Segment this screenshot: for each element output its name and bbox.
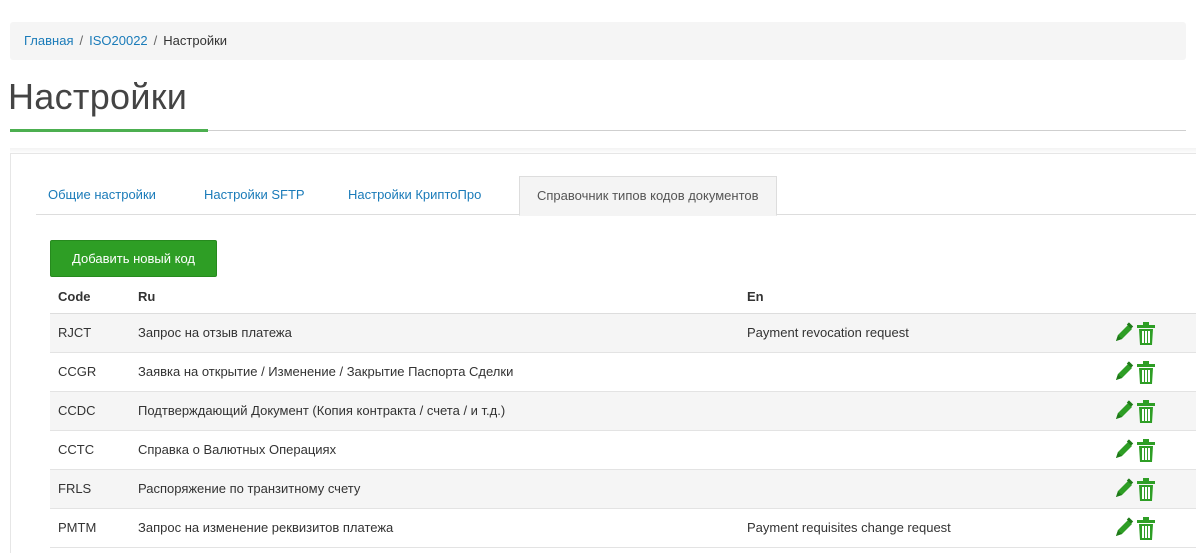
trash-icon[interactable] — [1136, 439, 1156, 466]
trash-icon[interactable] — [1136, 478, 1156, 505]
row-ru: Заявка на открытие / Изменение / Закрыти… — [138, 364, 514, 379]
row-code: CCTC — [58, 442, 95, 457]
row-code: CCDC — [58, 403, 96, 418]
title-accent-underline — [10, 129, 208, 132]
table-row: FRLS Распоряжение по транзитному счету — [50, 470, 1196, 509]
document-codes-table: Code Ru En RJCT Запрос на отзыв платежа … — [50, 280, 1196, 548]
trash-icon[interactable] — [1136, 517, 1156, 544]
table-body: RJCT Запрос на отзыв платежа Payment rev… — [50, 314, 1196, 548]
table-row: CCTC Справка о Валютных Операциях — [50, 431, 1196, 470]
breadcrumb-current: Настройки — [163, 33, 228, 48]
tab-document-code-types[interactable]: Справочник типов кодов документов — [519, 176, 777, 216]
settings-tabs: Общие настройки Настройки SFTP Настройки… — [36, 176, 1196, 216]
row-actions — [1113, 439, 1173, 463]
breadcrumb: Главная / ISO20022 / Настройки — [10, 22, 1186, 60]
row-en: Payment revocation request — [747, 325, 909, 340]
breadcrumb-separator: / — [153, 33, 158, 48]
breadcrumb-iso20022-link[interactable]: ISO20022 — [89, 33, 148, 48]
table-header: Code Ru En — [50, 280, 1196, 314]
table-row: CCGR Заявка на открытие / Изменение / За… — [50, 353, 1196, 392]
row-code: FRLS — [58, 481, 92, 496]
row-ru: Справка о Валютных Операциях — [138, 442, 337, 457]
row-actions — [1113, 478, 1173, 502]
pencil-icon[interactable] — [1113, 322, 1135, 347]
trash-icon[interactable] — [1136, 322, 1156, 349]
row-en: Payment requisites change request — [747, 520, 951, 535]
row-actions — [1113, 400, 1173, 424]
table-row: CCDC Подтверждающий Документ (Копия конт… — [50, 392, 1196, 431]
pencil-icon[interactable] — [1113, 478, 1135, 503]
row-actions — [1113, 517, 1173, 541]
row-code: PMTM — [58, 520, 97, 535]
row-ru: Распоряжение по транзитному счету — [138, 481, 361, 496]
breadcrumb-home-link[interactable]: Главная — [24, 33, 73, 48]
column-header-en: En — [747, 289, 764, 304]
trash-icon[interactable] — [1136, 361, 1156, 388]
column-header-code: Code — [58, 289, 91, 304]
row-ru: Запрос на отзыв платежа — [138, 325, 292, 340]
row-ru: Подтверждающий Документ (Копия контракта… — [138, 403, 506, 418]
tab-cryptopro-settings[interactable]: Настройки КриптоПро — [336, 176, 493, 215]
page-title: Настройки — [8, 76, 188, 117]
pencil-icon[interactable] — [1113, 400, 1135, 425]
row-code: RJCT — [58, 325, 92, 340]
breadcrumb-separator: / — [79, 33, 84, 48]
table-row: RJCT Запрос на отзыв платежа Payment rev… — [50, 314, 1196, 353]
table-row: PMTM Запрос на изменение реквизитов плат… — [50, 509, 1196, 548]
row-actions — [1113, 361, 1173, 385]
row-code: CCGR — [58, 364, 97, 379]
pencil-icon[interactable] — [1113, 517, 1135, 542]
pencil-icon[interactable] — [1113, 361, 1135, 386]
column-header-ru: Ru — [138, 289, 156, 304]
tab-sftp-settings[interactable]: Настройки SFTP — [192, 176, 317, 215]
row-actions — [1113, 322, 1173, 346]
tab-general-settings[interactable]: Общие настройки — [36, 176, 168, 215]
row-ru: Запрос на изменение реквизитов платежа — [138, 520, 394, 535]
pencil-icon[interactable] — [1113, 439, 1135, 464]
add-new-code-button[interactable]: Добавить новый код — [50, 240, 217, 277]
trash-icon[interactable] — [1136, 400, 1156, 427]
